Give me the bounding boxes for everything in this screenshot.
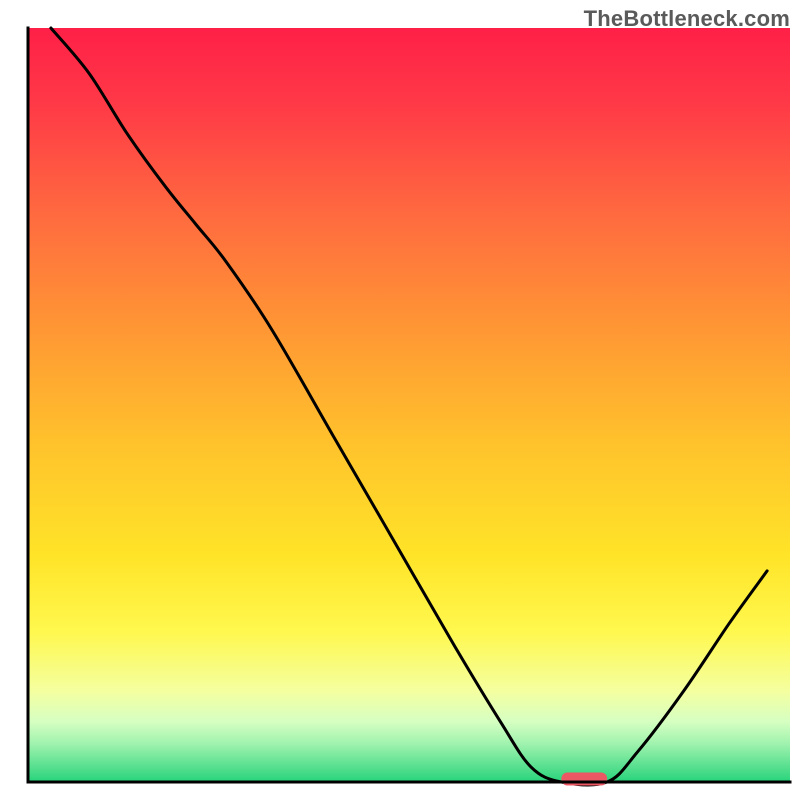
attribution-label: TheBottleneck.com [584, 6, 790, 32]
chart-container: TheBottleneck.com [0, 0, 800, 800]
optimum-marker [561, 773, 607, 786]
plot-background [28, 28, 790, 782]
bottleneck-chart [0, 0, 800, 800]
